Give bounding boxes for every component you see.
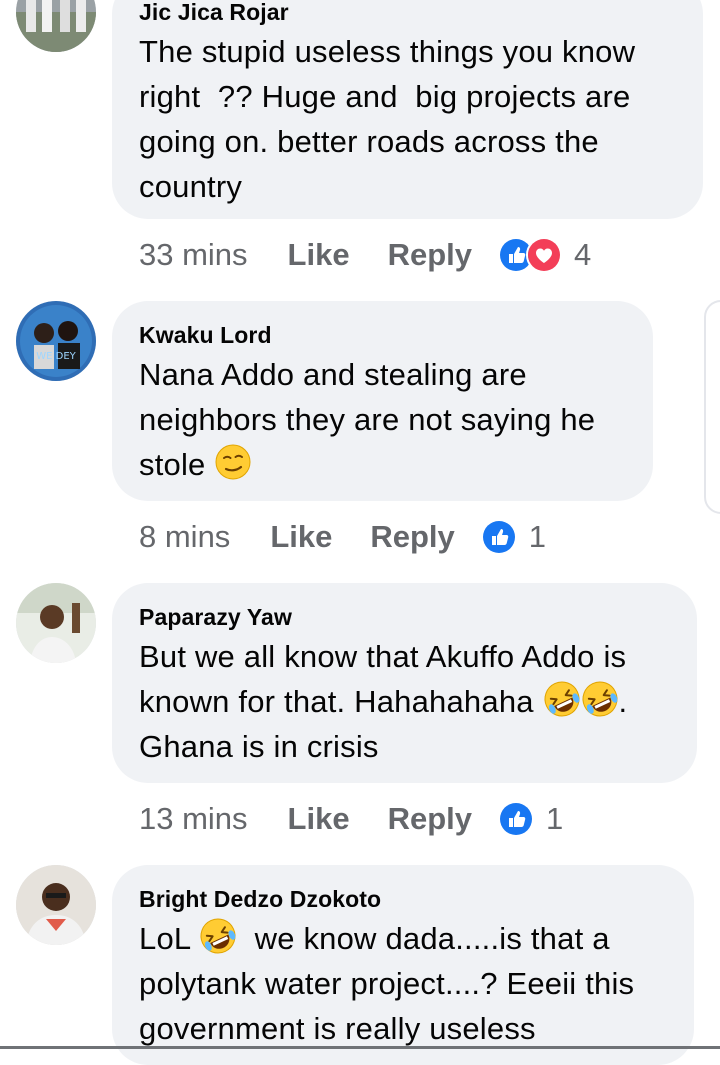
like-button[interactable]: Like bbox=[270, 519, 332, 555]
reaction-summary[interactable]: 1 bbox=[480, 519, 547, 555]
avatar[interactable] bbox=[16, 583, 96, 663]
reaction-summary[interactable]: 4 bbox=[498, 237, 591, 273]
avatar[interactable]: WE DEY bbox=[16, 301, 96, 381]
comment-text: But we all know that Akuffo Addo is know… bbox=[139, 634, 673, 769]
comment-text-end: . bbox=[618, 684, 628, 719]
comment-text: LoL we know dada.....is that a polytank … bbox=[139, 916, 670, 1051]
comment-timestamp[interactable]: 13 mins bbox=[139, 801, 248, 837]
comment-text-line: going on. better roads across the bbox=[139, 124, 599, 159]
smirking-face-icon bbox=[214, 443, 252, 481]
reaction-count: 1 bbox=[528, 519, 547, 554]
reaction-summary[interactable]: 1 bbox=[498, 801, 563, 837]
comment-text-line: known for that. Hahahahaha bbox=[139, 684, 543, 719]
comment-actions: 33 mins Like Reply 4 bbox=[139, 235, 591, 275]
comment-author[interactable]: Jic Jica Rojar bbox=[139, 0, 679, 26]
comment-text: The stupid useless things you know right… bbox=[139, 29, 679, 209]
like-reaction-icon bbox=[498, 801, 534, 837]
comment-actions: 13 mins Like Reply 1 bbox=[139, 799, 563, 839]
comment-text-line: But we all know that Akuffo Addo is bbox=[139, 639, 627, 674]
rolling-laughing-face-icon bbox=[581, 680, 619, 718]
avatar-image-icon: WE DEY bbox=[16, 301, 96, 381]
like-reaction-icon bbox=[480, 519, 517, 555]
reply-button[interactable]: Reply bbox=[388, 801, 472, 837]
reaction-count: 1 bbox=[546, 801, 564, 836]
comment-text-line: stole bbox=[139, 447, 206, 482]
comment-text-line: Nana Addo and stealing are bbox=[139, 357, 527, 392]
floating-panel-edge bbox=[704, 300, 720, 514]
comment-text-line: country bbox=[139, 169, 243, 204]
comment-text-line: right ?? Huge and big projects are bbox=[139, 79, 631, 114]
comment-timestamp[interactable]: 33 mins bbox=[139, 237, 248, 273]
comment-text-line: The stupid useless things you know bbox=[139, 34, 636, 69]
reaction-count: 4 bbox=[574, 237, 592, 272]
rolling-laughing-face-icon bbox=[543, 680, 581, 718]
avatar[interactable] bbox=[16, 865, 96, 945]
comment-bubble[interactable]: Kwaku Lord Nana Addo and stealing are ne… bbox=[112, 301, 653, 501]
like-button[interactable]: Like bbox=[288, 801, 350, 837]
comment-author[interactable]: Kwaku Lord bbox=[139, 321, 629, 349]
avatar[interactable] bbox=[16, 0, 96, 52]
comment-text: Nana Addo and stealing are neighbors the… bbox=[139, 352, 629, 487]
comment-actions: 8 mins Like Reply 1 bbox=[139, 517, 546, 557]
rolling-laughing-face-icon bbox=[199, 917, 237, 955]
svg-text:WE DEY: WE DEY bbox=[36, 351, 76, 362]
avatar-image-icon bbox=[16, 0, 96, 52]
comment-text-line: we know dada.....is that a bbox=[237, 921, 610, 956]
comment-text-line: neighbors they are not saying he bbox=[139, 402, 596, 437]
comment-text-line: government is really useless bbox=[139, 1011, 536, 1046]
comment-author[interactable]: Bright Dedzo Dzokoto bbox=[139, 885, 670, 913]
comment-bubble[interactable]: Jic Jica Rojar The stupid useless things… bbox=[112, 0, 703, 219]
comment-text-start: LoL bbox=[139, 921, 199, 956]
comment-bubble[interactable]: Bright Dedzo Dzokoto LoL we know dada...… bbox=[112, 865, 694, 1065]
avatar-image-icon bbox=[16, 583, 96, 663]
reply-button[interactable]: Reply bbox=[388, 237, 472, 273]
comment-timestamp[interactable]: 8 mins bbox=[139, 519, 230, 555]
avatar-image-icon bbox=[16, 865, 96, 945]
comment-text-line: polytank water project....? Eeeii this bbox=[139, 966, 635, 1001]
comment-text-line: Ghana is in crisis bbox=[139, 729, 379, 764]
like-button[interactable]: Like bbox=[288, 237, 350, 273]
comment-bubble[interactable]: Paparazy Yaw But we all know that Akuffo… bbox=[112, 583, 697, 783]
comment-author[interactable]: Paparazy Yaw bbox=[139, 603, 673, 631]
reply-button[interactable]: Reply bbox=[370, 519, 454, 555]
love-reaction-icon bbox=[526, 237, 562, 273]
